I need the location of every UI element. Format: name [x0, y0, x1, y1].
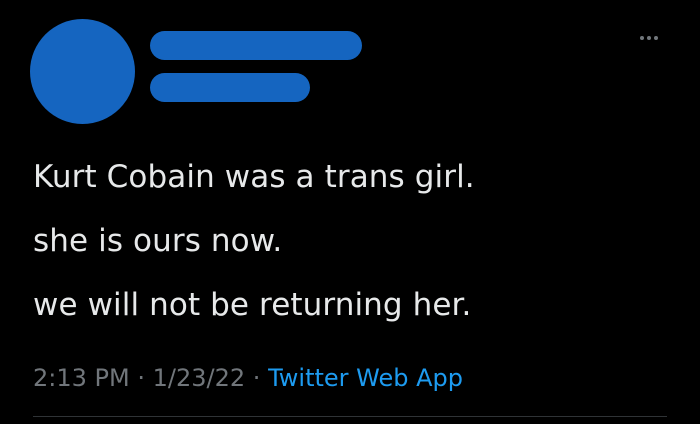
tweet-metadata: 2:13 PM · 1/23/22 · Twitter Web App — [33, 360, 463, 396]
tweet-text-line: we will not be returning her. — [33, 287, 472, 323]
tweet: Kurt Cobain was a trans girl. she is our… — [0, 0, 700, 424]
separator: · — [252, 364, 261, 392]
tweet-date[interactable]: 1/23/22 — [153, 364, 246, 392]
separator: · — [137, 364, 145, 392]
more-options-icon[interactable] — [632, 28, 666, 48]
tweet-time[interactable]: 2:13 PM — [33, 364, 130, 392]
divider — [33, 416, 667, 417]
avatar-redacted[interactable] — [30, 19, 135, 124]
tweet-text: Kurt Cobain was a trans girl. she is our… — [33, 145, 673, 337]
more-dot — [647, 36, 651, 40]
more-dot — [640, 36, 644, 40]
source-link[interactable]: Twitter Web App — [268, 364, 463, 392]
username-redacted[interactable] — [150, 73, 310, 102]
tweet-text-line: Kurt Cobain was a trans girl. — [33, 159, 475, 195]
tweet-text-line: she is ours now. — [33, 223, 283, 259]
more-dot — [654, 36, 658, 40]
display-name-redacted[interactable] — [150, 31, 362, 60]
